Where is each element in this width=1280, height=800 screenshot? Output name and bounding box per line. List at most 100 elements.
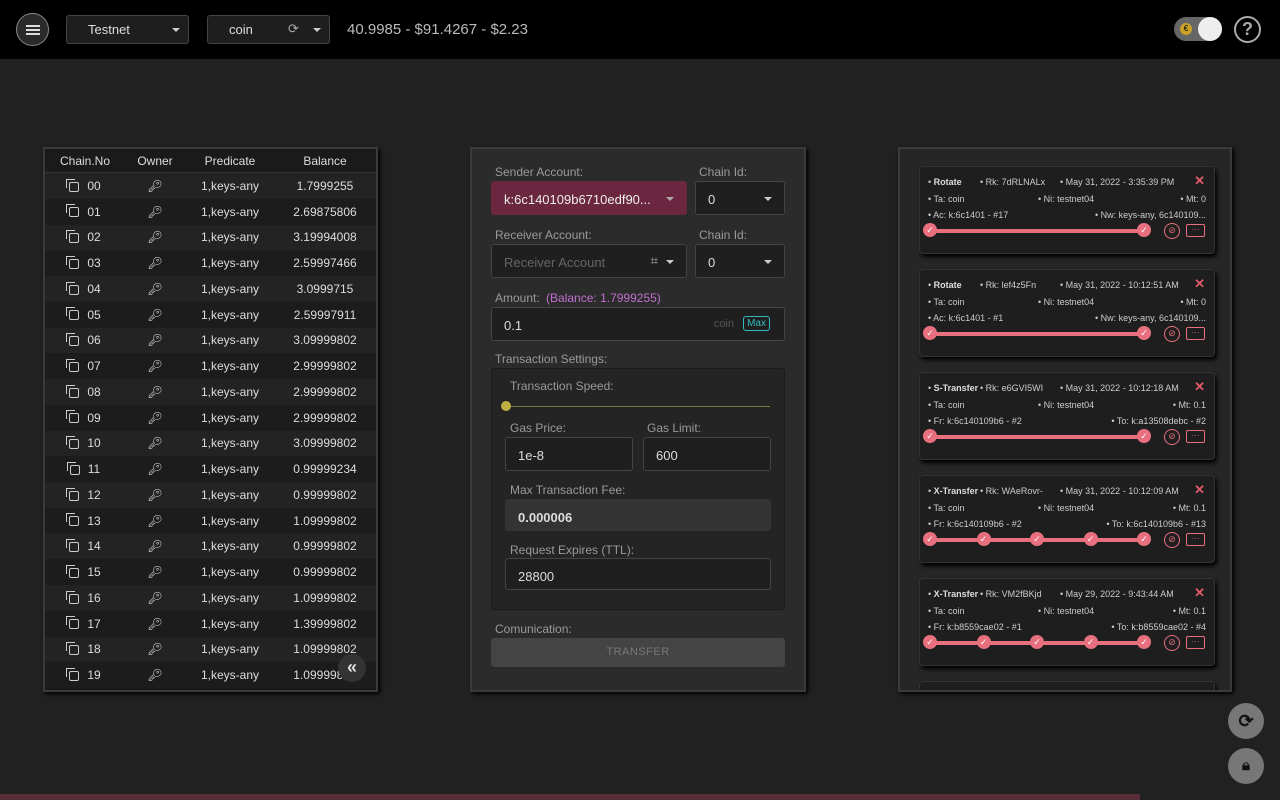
tx-request-key: Rk: WAeRovr- <box>985 486 1043 496</box>
copy-icon[interactable] <box>66 513 80 527</box>
receiver-account-input[interactable]: Receiver Account ⌗ <box>491 244 687 278</box>
chain-number: 01 <box>87 204 101 219</box>
tag-icon[interactable]: ··· <box>1186 636 1205 649</box>
speed-slider-handle[interactable] <box>501 401 511 411</box>
key-icon: 🔑︎ <box>147 590 163 605</box>
transfer-button[interactable]: TRANSFER <box>491 638 785 667</box>
key-icon: 🔑︎ <box>147 487 163 502</box>
copy-icon[interactable] <box>66 487 80 501</box>
compass-icon[interactable]: ⊘ <box>1164 223 1180 239</box>
network-select[interactable]: Testnet <box>66 15 189 44</box>
history-card[interactable]: • Rotate • Rk: lef4z5Fn • May 31, 2022 - 1… <box>919 269 1215 357</box>
sender-chain-select[interactable]: 0 <box>695 181 785 215</box>
refresh-icon[interactable]: ⟳ <box>288 21 299 37</box>
collapse-icon[interactable]: « <box>338 654 366 682</box>
predicate-cell: 1,keys-any <box>200 539 260 554</box>
predicate-cell: 1,keys-any <box>200 307 260 322</box>
check-icon: ✓ <box>976 635 991 649</box>
amount-value: 0.1 <box>504 318 523 333</box>
copy-icon[interactable] <box>66 384 80 398</box>
copy-icon[interactable] <box>66 230 80 244</box>
chain-number: 15 <box>87 565 101 580</box>
copy-icon[interactable] <box>66 642 80 656</box>
ttl-input[interactable]: 28800 <box>505 558 771 590</box>
copy-icon[interactable] <box>66 333 80 347</box>
theme-toggle[interactable]: € <box>1174 17 1222 41</box>
copy-icon[interactable] <box>66 178 80 192</box>
sender-label: Sender Account: <box>495 165 584 179</box>
copy-icon[interactable] <box>66 616 80 630</box>
copy-icon[interactable] <box>66 307 80 321</box>
table-row: 11 🔑︎ 1,keys-any 0.99999234 <box>45 456 376 482</box>
table-row: 17 🔑︎ 1,keys-any 1.39999802 <box>45 610 376 637</box>
check-icon: ✓ <box>976 532 991 546</box>
tx-type: S-Transfer <box>933 383 979 393</box>
close-icon[interactable]: ✕ <box>1194 379 1205 395</box>
copy-icon[interactable] <box>66 590 80 604</box>
copy-icon[interactable] <box>66 539 80 553</box>
sender-account-select[interactable]: k:6c140109b6710edf90... <box>491 181 687 215</box>
amount-input[interactable]: 0.1 coin Max <box>491 307 785 341</box>
copy-icon[interactable] <box>66 667 80 681</box>
compass-icon[interactable]: ⊘ <box>1164 326 1180 342</box>
table-row: 12 🔑︎ 1,keys-any 0.99999802 <box>45 482 376 508</box>
lock-icon[interactable]: 🔒︎ <box>1228 748 1264 784</box>
predicate-cell: 1,keys-any <box>200 384 260 399</box>
qr-scan-icon[interactable]: ⌗ <box>651 253 658 269</box>
compass-icon[interactable]: ⊘ <box>1164 532 1180 548</box>
copy-icon[interactable] <box>66 410 80 424</box>
tag-icon[interactable]: ··· <box>1186 430 1205 443</box>
tag-icon[interactable]: ··· <box>1186 224 1205 237</box>
close-icon[interactable]: ✕ <box>1194 276 1205 292</box>
balance-cell: 0.99999234 <box>293 462 357 477</box>
menu-icon[interactable] <box>16 13 49 46</box>
copy-icon[interactable] <box>66 255 80 269</box>
predicate-cell: 1,keys-any <box>200 462 260 477</box>
gas-limit-input[interactable]: 600 <box>643 437 771 471</box>
key-icon: 🔑︎ <box>147 256 163 271</box>
tx-request-key: Rk: VM2fBKjd <box>985 589 1042 599</box>
sender-account-value: k:6c140109b6710edf90... <box>504 192 651 207</box>
table-row: 06 🔑︎ 1,keys-any 3.09999802 <box>45 327 376 354</box>
history-card[interactable] <box>919 681 1215 690</box>
copy-icon[interactable] <box>66 436 80 450</box>
tx-from: Ac: k:6c1401 - #1 <box>933 313 1004 323</box>
copy-icon[interactable] <box>66 358 80 372</box>
tag-icon[interactable]: ··· <box>1186 327 1205 340</box>
help-icon[interactable]: ? <box>1234 16 1261 43</box>
gas-price-label: Gas Price: <box>510 421 567 435</box>
ttl-label: Request Expires (TTL): <box>510 543 635 557</box>
gas-price-input[interactable]: 1e-8 <box>505 437 633 471</box>
key-icon: 🔑︎ <box>147 204 163 219</box>
close-icon[interactable]: ✕ <box>1194 585 1205 601</box>
refresh-icon[interactable]: ⟳ <box>1228 703 1264 739</box>
history-card[interactable]: • S-Transfer • Rk: e6GVI5WI • May 31, 2022… <box>919 372 1215 460</box>
compass-icon[interactable]: ⊘ <box>1164 635 1180 651</box>
balance-cell: 2.69875806 <box>293 204 357 219</box>
history-card[interactable]: • X-Transfer • Rk: VM2fBKjd • May 29, 2022… <box>919 578 1215 666</box>
chain-number: 07 <box>87 359 101 374</box>
check-icon: ✓ <box>1137 532 1151 546</box>
speed-slider-track[interactable] <box>506 406 770 407</box>
history-card[interactable]: • X-Transfer • Rk: WAeRovr- • May 31, 2022… <box>919 475 1215 563</box>
receiver-chain-select[interactable]: 0 <box>695 244 785 278</box>
tx-to: To: k:b8559cae02 - #4 <box>1116 622 1206 632</box>
tx-request-key: Rk: lef4z5Fn <box>985 280 1037 290</box>
copy-icon[interactable] <box>66 204 80 218</box>
tag-icon[interactable]: ··· <box>1186 533 1205 546</box>
chain-number: 08 <box>87 384 101 399</box>
copy-icon[interactable] <box>66 461 80 475</box>
close-icon[interactable]: ✕ <box>1194 173 1205 189</box>
table-header: Chain.No Owner Predicate Balance <box>45 149 376 173</box>
copy-icon[interactable] <box>66 564 80 578</box>
max-button[interactable]: Max <box>743 316 770 331</box>
copy-icon[interactable] <box>66 281 80 295</box>
close-icon[interactable]: ✕ <box>1194 482 1205 498</box>
token-select[interactable]: coin ⟳ <box>207 15 330 44</box>
history-card[interactable]: • Rotate • Rk: 7dRLNALx • May 31, 2022 - 3… <box>919 166 1215 254</box>
table-row: 13 🔑︎ 1,keys-any 1.09999802 <box>45 507 376 534</box>
tx-from: Fr: k:6c140109b6 - #2 <box>933 416 1022 426</box>
compass-icon[interactable]: ⊘ <box>1164 429 1180 445</box>
chain-number: 12 <box>87 487 101 502</box>
check-icon: ✓ <box>923 326 937 340</box>
